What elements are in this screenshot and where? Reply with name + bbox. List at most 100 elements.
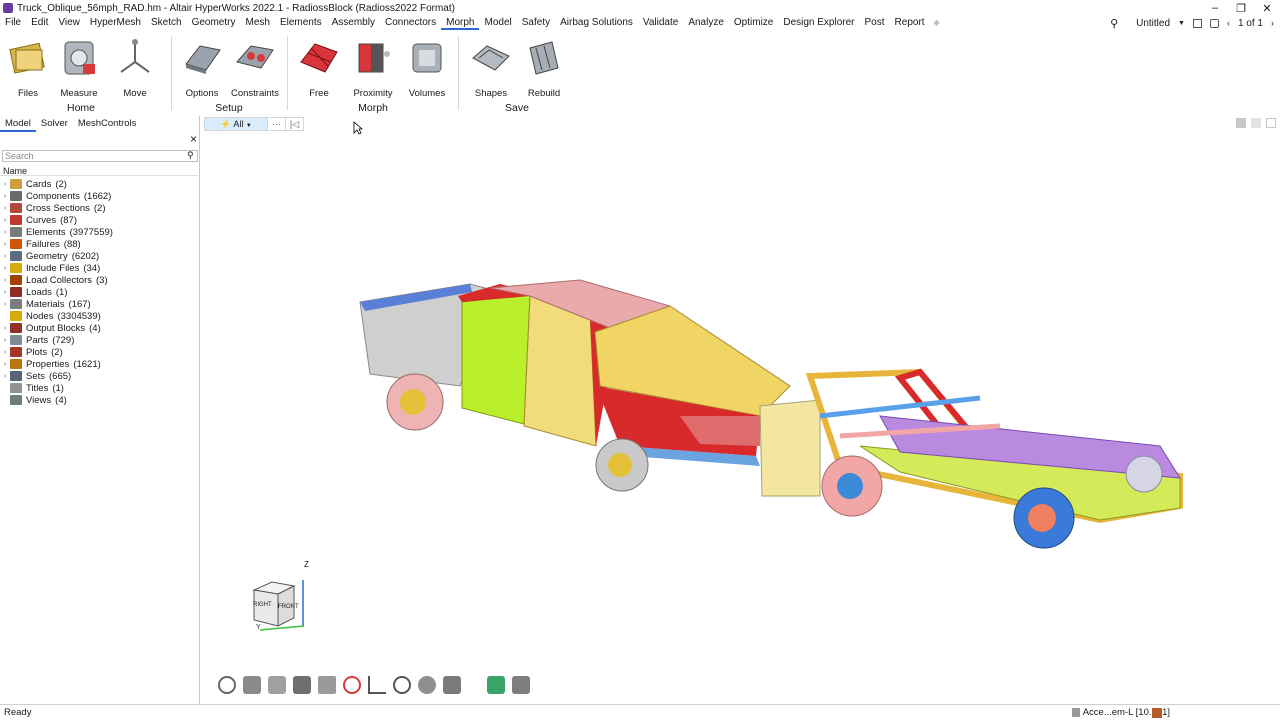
- model-3d-view[interactable]: [200, 116, 1280, 704]
- expand-arrow-icon[interactable]: ›: [0, 337, 10, 344]
- menu-item-assembly[interactable]: Assembly: [327, 16, 380, 30]
- expand-arrow-icon[interactable]: ›: [0, 205, 10, 212]
- menu-item-optimize[interactable]: Optimize: [729, 16, 778, 30]
- volumes-button[interactable]: Volumes: [399, 36, 455, 99]
- tree-item-loads[interactable]: › Loads (1): [0, 286, 198, 298]
- layers-icon[interactable]: [1236, 118, 1246, 128]
- visibility-icon[interactable]: [243, 676, 261, 694]
- page-next-icon[interactable]: ›: [1271, 18, 1274, 28]
- column-header-name[interactable]: Name: [0, 166, 198, 176]
- tree-item-failures[interactable]: › Failures (88): [0, 238, 198, 250]
- expand-arrow-icon[interactable]: ›: [0, 181, 10, 188]
- menu-item-morph[interactable]: Morph: [441, 16, 480, 30]
- menu-item-view[interactable]: View: [53, 16, 85, 30]
- expand-arrow-icon[interactable]: ›: [0, 373, 10, 380]
- menu-item-connectors[interactable]: Connectors: [380, 16, 441, 30]
- view-cube[interactable]: RIGHT FRONT Z Y: [248, 560, 309, 631]
- tab-solver[interactable]: Solver: [36, 116, 73, 132]
- menu-item-hypermesh[interactable]: HyperMesh: [85, 16, 146, 30]
- search-icon[interactable]: ⚲: [187, 150, 194, 161]
- menu-item-report[interactable]: Report: [890, 16, 930, 30]
- constraints-button[interactable]: Constraints: [227, 36, 283, 99]
- clipping-icon[interactable]: [318, 676, 336, 694]
- graphics-viewport[interactable]: RIGHT FRONT Z Y: [200, 116, 1280, 704]
- search-icon[interactable]: ⚲: [1110, 17, 1118, 30]
- transparency-icon[interactable]: [418, 676, 436, 694]
- page-prev-icon[interactable]: ‹: [1227, 18, 1230, 28]
- expand-arrow-icon[interactable]: ›: [0, 253, 10, 260]
- tab-model[interactable]: Model: [0, 116, 36, 132]
- expand-arrow-icon[interactable]: ›: [0, 361, 10, 368]
- menu-item-sketch[interactable]: Sketch: [146, 16, 187, 30]
- export-view-icon[interactable]: [487, 676, 505, 694]
- proximity-button[interactable]: Proximity: [345, 36, 401, 99]
- restore-button[interactable]: ❐: [1228, 2, 1254, 15]
- lock-icon[interactable]: [443, 676, 461, 694]
- menu-item-file[interactable]: File: [0, 16, 26, 30]
- expand-arrow-icon[interactable]: ›: [0, 301, 10, 308]
- tree-item-output-blocks[interactable]: › Output Blocks (4): [0, 322, 198, 334]
- expand-arrow-icon[interactable]: ›: [0, 229, 10, 236]
- rotate-view-icon[interactable]: [218, 676, 236, 694]
- view-cube-front[interactable]: FRONT: [278, 604, 299, 610]
- window-layout-icon[interactable]: [1192, 18, 1202, 28]
- menu-item-analyze[interactable]: Analyze: [683, 16, 729, 30]
- expand-arrow-icon[interactable]: ›: [0, 265, 10, 272]
- rebuild-button[interactable]: Rebuild: [516, 36, 572, 99]
- expand-arrow-icon[interactable]: ›: [0, 349, 10, 356]
- menu-item-elements[interactable]: Elements: [275, 16, 327, 30]
- tree-item-sets[interactable]: › Sets (665): [0, 370, 198, 382]
- zoom-icon[interactable]: [393, 676, 411, 694]
- expand-arrow-icon[interactable]: ›: [0, 193, 10, 200]
- tree-item-components[interactable]: › Components (1662): [0, 190, 198, 202]
- session-dropdown[interactable]: Untitled: [1126, 18, 1170, 29]
- expand-arrow-icon[interactable]: ›: [0, 241, 10, 248]
- filter-more-button[interactable]: ···: [267, 118, 285, 130]
- menu-item-validate[interactable]: Validate: [638, 16, 683, 30]
- tree-item-nodes[interactable]: Nodes (3304539): [0, 310, 198, 322]
- tree-item-properties[interactable]: › Properties (1621): [0, 358, 198, 370]
- page-nav-icon[interactable]: [1209, 18, 1219, 28]
- expand-arrow-icon[interactable]: ›: [0, 325, 10, 332]
- free-button[interactable]: Free: [291, 36, 347, 99]
- tree-item-elements[interactable]: › Elements (3977559): [0, 226, 198, 238]
- menu-item-post[interactable]: Post: [860, 16, 890, 30]
- menu-item-edit[interactable]: Edit: [26, 16, 53, 30]
- close-button[interactable]: ✕: [1254, 2, 1280, 15]
- filter-pin-icon[interactable]: |◁: [285, 118, 303, 130]
- coordinate-system-icon[interactable]: [368, 676, 386, 694]
- expand-arrow-icon[interactable]: ›: [0, 289, 10, 296]
- display-style-icon[interactable]: [268, 676, 286, 694]
- tree-item-parts[interactable]: › Parts (729): [0, 334, 198, 346]
- tree-item-curves[interactable]: › Curves (87): [0, 214, 198, 226]
- tree-item-load-collectors[interactable]: › Load Collectors (3): [0, 274, 198, 286]
- section-cut-icon[interactable]: [293, 676, 311, 694]
- menu-item-mesh[interactable]: Mesh: [240, 16, 274, 30]
- search-input[interactable]: Search: [2, 150, 198, 162]
- menu-item-design-explorer[interactable]: Design Explorer: [778, 16, 859, 30]
- files-button[interactable]: Files: [0, 36, 56, 99]
- tree-item-include-files[interactable]: › Include Files (34): [0, 262, 198, 274]
- solver-icon[interactable]: [1152, 708, 1162, 718]
- tab-meshcontrols[interactable]: MeshControls: [73, 116, 142, 132]
- tree-item-views[interactable]: Views (4): [0, 394, 198, 406]
- menu-item-safety[interactable]: Safety: [517, 16, 555, 30]
- options-button[interactable]: Options: [174, 36, 230, 99]
- filter-all-dropdown[interactable]: ⚡ All ▼: [205, 118, 267, 130]
- tree-item-geometry[interactable]: › Geometry (6202): [0, 250, 198, 262]
- view-cube-right[interactable]: RIGHT: [253, 602, 272, 608]
- tree-item-materials[interactable]: › Materials (167): [0, 298, 198, 310]
- menu-item-model[interactable]: Model: [479, 16, 516, 30]
- menu-more-icon[interactable]: ◆: [930, 16, 944, 30]
- isolate-icon[interactable]: [343, 676, 361, 694]
- tree-item-titles[interactable]: Titles (1): [0, 382, 198, 394]
- chevron-down-icon[interactable]: ▼: [1178, 20, 1185, 27]
- menu-item-airbag-solutions[interactable]: Airbag Solutions: [555, 16, 638, 30]
- move-button[interactable]: Move: [107, 36, 163, 99]
- measure-button[interactable]: Measure: [51, 36, 107, 99]
- expand-arrow-icon[interactable]: ›: [0, 277, 10, 284]
- minimize-button[interactable]: –: [1202, 2, 1228, 15]
- viewport-corner-tools[interactable]: [1236, 118, 1276, 128]
- tree-item-cross-sections[interactable]: › Cross Sections (2): [0, 202, 198, 214]
- menu-item-geometry[interactable]: Geometry: [187, 16, 241, 30]
